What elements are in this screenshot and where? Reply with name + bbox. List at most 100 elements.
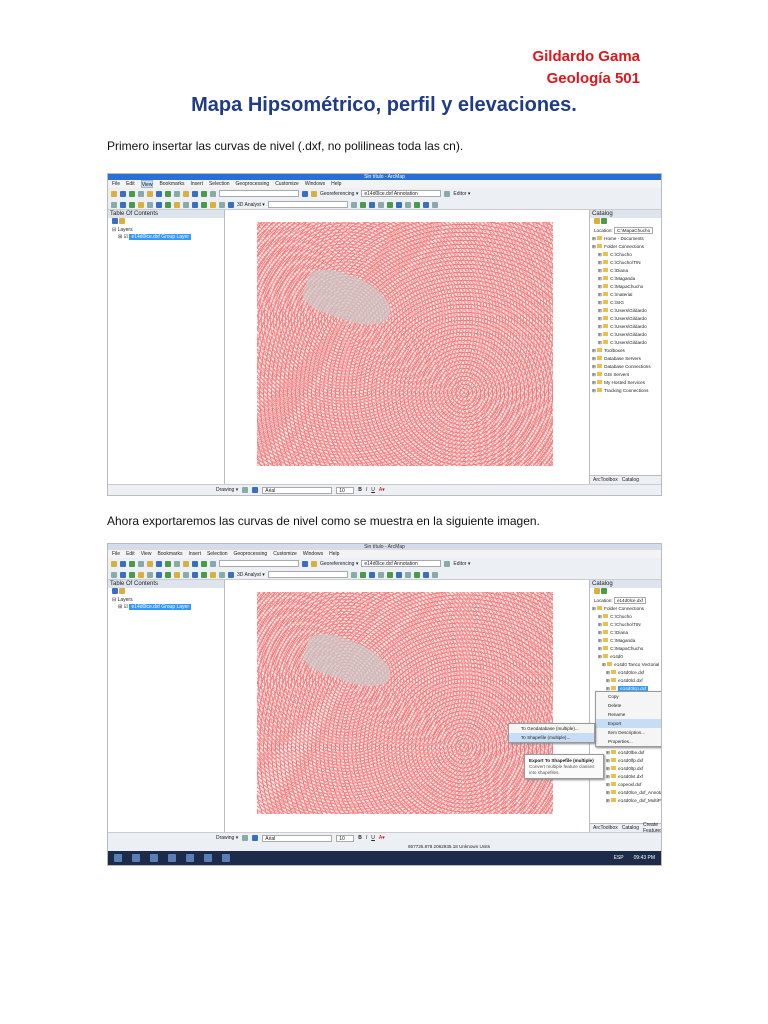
tool-icon[interactable]	[368, 201, 375, 208]
tool-icon[interactable]	[156, 571, 162, 578]
tool-icon[interactable]	[111, 190, 117, 197]
tool-icon[interactable]	[601, 218, 608, 224]
tool-icon[interactable]	[129, 190, 135, 197]
tool-icon[interactable]	[404, 571, 411, 578]
group-layer[interactable]: ⊞ ☑ e14d0lce.dxf Group Layer	[108, 234, 224, 241]
catalog-item[interactable]: ⊞ Folder Connections	[590, 605, 661, 613]
tool-icon[interactable]	[183, 201, 189, 208]
catalog-item[interactable]: ⊞ C:\SIG	[590, 299, 661, 307]
3d-analyst-menu[interactable]: 3D Analyst ▾	[237, 202, 265, 208]
tool-icon[interactable]	[413, 201, 420, 208]
submenu-item[interactable]: To Shapefile (multiple)...	[509, 733, 594, 742]
taskbar-app-icon[interactable]	[132, 854, 140, 862]
tool-icon[interactable]	[350, 571, 357, 578]
italic-button[interactable]: I	[366, 835, 367, 841]
tool-icon[interactable]	[201, 201, 207, 208]
tool-icon[interactable]	[138, 560, 144, 567]
tool-icon[interactable]	[201, 190, 207, 197]
submenu-item[interactable]: To Geodatabase (multiple)...	[509, 724, 594, 733]
tool-icon[interactable]	[147, 201, 153, 208]
editor-menu[interactable]: Editor ▾	[453, 191, 470, 197]
menu-customize[interactable]: Customize	[275, 180, 299, 188]
tool-icon[interactable]	[404, 201, 411, 208]
catalog-item[interactable]: ⊞ C:\Chucho	[590, 613, 661, 621]
context-menu-item[interactable]: Copy	[596, 692, 661, 701]
catalog-item[interactable]: ⊞ C:\Diana	[590, 267, 661, 275]
tool-icon[interactable]	[368, 571, 375, 578]
menu-insert[interactable]: Insert	[190, 180, 203, 188]
tab-catalog[interactable]: Catalog	[622, 477, 639, 483]
catalog-item[interactable]: ⊞ C:\material	[590, 291, 661, 299]
menu-bookmarks[interactable]: Bookmarks	[157, 550, 182, 558]
menu-edit[interactable]: Edit	[126, 180, 135, 188]
tool-icon[interactable]	[601, 588, 608, 594]
tool-icon[interactable]	[219, 571, 225, 578]
tool-icon[interactable]	[210, 201, 216, 208]
scale-dropdown[interactable]	[219, 560, 299, 567]
tool-icon[interactable]	[120, 560, 126, 567]
toc-tool-icon[interactable]	[119, 218, 126, 224]
menu-selection[interactable]: Selection	[209, 180, 230, 188]
tool-icon[interactable]	[174, 190, 180, 197]
menu-insert[interactable]: Insert	[188, 550, 201, 558]
tool-icon[interactable]	[431, 571, 438, 578]
tool-icon[interactable]	[192, 560, 198, 567]
language-indicator[interactable]: ESP	[614, 855, 624, 861]
windows-start-icon[interactable]	[114, 854, 122, 862]
tool-icon[interactable]	[111, 201, 117, 208]
tool-icon[interactable]	[165, 190, 171, 197]
catalog-item[interactable]: ⊞ C:\Users\Gildardo	[590, 323, 661, 331]
tool-icon[interactable]	[111, 571, 117, 578]
menu-view[interactable]: View	[141, 550, 152, 558]
menu-windows[interactable]: Windows	[303, 550, 323, 558]
catalog-item[interactable]: ⊞ C:\Chucho	[590, 251, 661, 259]
font-size-dropdown[interactable]: 10	[336, 834, 355, 842]
catalog-item[interactable]: ⊞ Toolboxes	[590, 347, 661, 355]
bold-button[interactable]: B	[358, 487, 362, 493]
tool-icon[interactable]	[386, 571, 393, 578]
menu-help[interactable]: Help	[331, 180, 341, 188]
tool-icon[interactable]	[138, 571, 144, 578]
font-dropdown[interactable]: Arial	[262, 486, 333, 494]
tool-icon[interactable]	[147, 190, 153, 197]
tool-icon[interactable]	[359, 571, 366, 578]
catalog-item[interactable]: ⊞ Database Servers	[590, 355, 661, 363]
tab-arctoolbox[interactable]: ArcToolbox	[593, 825, 618, 831]
taskbar-app-icon[interactable]	[222, 854, 230, 862]
tool-icon[interactable]	[311, 560, 317, 567]
tool-icon[interactable]	[594, 218, 600, 224]
tool-icon[interactable]	[377, 201, 384, 208]
layer-dropdown[interactable]: e14d0lce.dxf Annotation	[361, 560, 442, 567]
3d-analyst-menu[interactable]: 3D Analyst ▾	[237, 572, 265, 578]
context-menu-item[interactable]: Item Description...	[596, 728, 661, 737]
catalog-item[interactable]: ⊞ e14d0lcl.dxf	[590, 677, 661, 685]
tool-icon[interactable]	[129, 201, 135, 208]
taskbar-app-icon[interactable]	[168, 854, 176, 862]
layers-node[interactable]: ⊟ Layers	[108, 227, 224, 234]
tool-icon[interactable]	[192, 201, 198, 208]
tool-icon[interactable]	[120, 190, 126, 197]
font-dropdown[interactable]: Arial	[262, 834, 333, 842]
toc-tool-icon[interactable]	[112, 588, 118, 594]
menu-bookmarks[interactable]: Bookmarks	[159, 180, 184, 188]
menu-file[interactable]: File	[112, 550, 120, 558]
tool-icon[interactable]	[228, 571, 234, 578]
tool-icon[interactable]	[444, 190, 451, 197]
underline-button[interactable]: U	[371, 487, 375, 493]
tool-icon[interactable]	[242, 487, 249, 493]
menu-selection[interactable]: Selection	[207, 550, 228, 558]
tool-icon[interactable]	[147, 560, 153, 567]
tool-icon[interactable]	[201, 571, 207, 578]
drawing-menu[interactable]: Drawing ▾	[216, 487, 238, 493]
tool-icon[interactable]	[147, 571, 153, 578]
tool-icon[interactable]	[165, 571, 171, 578]
tool-icon[interactable]	[138, 201, 144, 208]
catalog-item[interactable]: ⊞ C:\Users\Gildardo	[590, 331, 661, 339]
catalog-item[interactable]: ⊞ C:\Maganda	[590, 637, 661, 645]
toc-tool-icon[interactable]	[119, 588, 126, 594]
tool-icon[interactable]	[156, 190, 162, 197]
tool-icon[interactable]	[228, 201, 234, 208]
tool-icon[interactable]	[302, 560, 308, 567]
tool-icon[interactable]	[156, 560, 162, 567]
tool-icon[interactable]	[129, 571, 135, 578]
